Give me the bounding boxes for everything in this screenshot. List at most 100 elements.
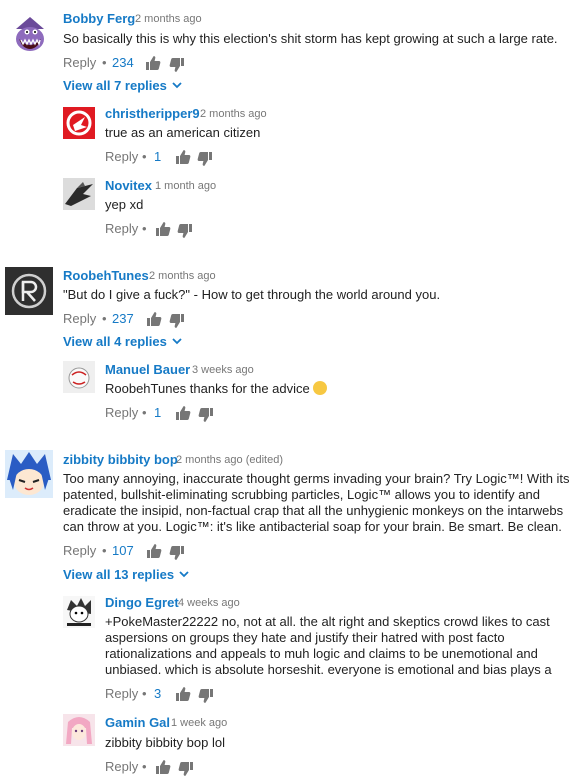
pink-hair-avatar-icon[interactable]	[63, 714, 95, 746]
thumb-up-icon[interactable]	[175, 405, 191, 421]
view-all-replies-link[interactable]: View all 7 replies	[63, 78, 182, 93]
comment-timestamp[interactable]: 1 week ago	[171, 717, 227, 729]
thumb-up-icon[interactable]	[145, 55, 161, 71]
comment-timestamp[interactable]: 1 month ago	[155, 180, 216, 192]
bird-avatar-icon[interactable]	[63, 178, 95, 210]
separator-dot: •	[142, 149, 147, 164]
thumb-up-icon[interactable]	[175, 149, 191, 165]
comment-actions: Reply • 237	[63, 311, 263, 329]
comment-actions: Reply • 1	[105, 405, 255, 423]
comment-actions: Reply •	[105, 759, 255, 777]
like-count: 237	[112, 311, 134, 326]
comment-text-line: can throw at you. Logic™: it's like anti…	[63, 519, 562, 534]
thumb-down-icon[interactable]	[198, 407, 214, 423]
comment-text: +PokeMaster22222 no, not at all. the alt…	[105, 614, 581, 678]
comment-author[interactable]: RoobehTunes	[63, 268, 149, 283]
separator-dot: •	[102, 55, 107, 70]
hawks-logo-avatar-icon[interactable]	[63, 107, 95, 139]
comment-author[interactable]: Novitex	[105, 178, 152, 193]
thumb-up-icon[interactable]	[155, 221, 171, 237]
thumb-down-icon[interactable]	[177, 223, 193, 239]
reply-button[interactable]: Reply	[63, 311, 96, 326]
comment-text: zibbity bibbity bop lol	[105, 735, 225, 750]
separator-dot: •	[102, 311, 107, 326]
comment-actions: Reply • 1	[105, 149, 255, 167]
thumb-up-icon[interactable]	[175, 686, 191, 702]
thumb-down-icon[interactable]	[197, 151, 213, 167]
comment-actions: Reply • 3	[105, 686, 255, 704]
comment-timestamp[interactable]: 2 months ago	[135, 13, 202, 25]
r-logo-avatar-icon[interactable]	[5, 267, 53, 315]
reply-button[interactable]: Reply	[105, 221, 138, 236]
comment-text-line: unbiased. which is absolute horseshit. e…	[105, 662, 552, 677]
reply-comment: christheripper9 2 months ago true as an …	[0, 100, 584, 170]
comment-text: So basically this is why this election's…	[63, 31, 558, 46]
reply-button[interactable]: Reply	[105, 759, 138, 774]
comment-text-line: Too many annoying, inaccurate thought ge…	[63, 471, 570, 486]
comment-thread: zibbity bibbity bop 2 months ago (edited…	[0, 445, 584, 585]
like-count: 3	[154, 686, 162, 701]
separator-dot: •	[142, 759, 147, 774]
comment-author[interactable]: Manuel Bauer	[105, 362, 190, 377]
reply-comment: Manuel Bauer 3 weeks ago RoobehTunes tha…	[0, 355, 584, 435]
comment-text: "But do I give a fuck?" - How to get thr…	[63, 287, 441, 302]
comment-author[interactable]: christheripper9	[105, 106, 200, 121]
comment-timestamp[interactable]: 2 months ago	[200, 108, 267, 120]
comment-timestamp[interactable]: 2 months ago	[149, 270, 216, 282]
anime-avatar-icon[interactable]	[5, 450, 53, 498]
comment-text-line: rationalizations and appeals to muh logi…	[105, 646, 538, 661]
comment-actions: Reply • 234	[63, 55, 263, 73]
like-count: 1	[154, 149, 162, 164]
comment-text-line: +PokeMaster22222 no, not at all. the alt…	[105, 614, 550, 629]
thumb-down-icon[interactable]	[169, 545, 185, 561]
reply-comment: Gamin Gal 1 week ago zibbity bibbity bop…	[0, 708, 584, 777]
chevron-down-icon	[172, 82, 182, 89]
chevron-down-icon	[172, 338, 182, 345]
comment-text-line: patented, bullshit-eliminating scrubbing…	[63, 487, 540, 502]
thumb-up-icon[interactable]	[146, 543, 162, 559]
thumb-down-icon[interactable]	[169, 313, 185, 329]
reply-comment: Dingo Egret 4 weeks ago +PokeMaster22222…	[0, 588, 584, 706]
reply-button[interactable]: Reply	[105, 405, 138, 420]
separator-dot: •	[142, 686, 147, 701]
like-count: 107	[112, 543, 134, 558]
comment-author[interactable]: Dingo Egret	[105, 595, 179, 610]
reply-button[interactable]: Reply	[63, 543, 96, 558]
monster-avatar-icon[interactable]	[10, 15, 50, 55]
separator-dot: •	[102, 543, 107, 558]
like-count: 1	[154, 405, 162, 420]
comment-text: Too many annoying, inaccurate thought ge…	[63, 471, 581, 535]
view-all-replies-label: View all 13 replies	[63, 567, 175, 582]
manga-avatar-icon[interactable]	[63, 596, 95, 628]
comment-timestamp[interactable]: 3 weeks ago	[192, 364, 254, 376]
comment-text: RoobehTunes thanks for the advice 😊	[105, 381, 328, 397]
thumb-down-icon[interactable]	[178, 761, 194, 777]
ball-avatar-icon[interactable]	[63, 361, 95, 393]
comment-thread: Bobby Ferg 2 months ago So basically thi…	[0, 0, 584, 100]
view-all-replies-link[interactable]: View all 4 replies	[63, 334, 182, 349]
comment-text: true as an american citizen	[105, 125, 261, 140]
reply-comment: Novitex 1 month ago yep xd Reply •	[0, 170, 584, 250]
view-all-replies-link[interactable]: View all 13 replies	[63, 567, 189, 582]
comment-text-line: aspersions on groups they hate and justi…	[105, 630, 505, 645]
reply-button[interactable]: Reply	[63, 55, 96, 70]
comment-author[interactable]: Gamin Gal	[105, 715, 170, 730]
separator-dot: •	[142, 405, 147, 420]
comment-author[interactable]: Bobby Ferg	[63, 11, 135, 26]
thumb-up-icon[interactable]	[146, 311, 162, 327]
thumb-down-icon[interactable]	[198, 688, 214, 704]
comment-timestamp[interactable]: 4 weeks ago	[178, 597, 240, 609]
thumb-down-icon[interactable]	[169, 57, 185, 73]
thumb-up-icon[interactable]	[155, 759, 171, 775]
reply-button[interactable]: Reply	[105, 686, 138, 701]
smile-emoji-icon: 😊	[313, 381, 328, 395]
comment-actions: Reply • 107	[63, 543, 263, 561]
comment-text: yep xd	[105, 197, 144, 212]
comment-timestamp[interactable]: 2 months ago (edited)	[176, 454, 283, 466]
comment-thread: RoobehTunes 2 months ago "But do I give …	[0, 262, 584, 352]
comment-author[interactable]: zibbity bibbity bop	[63, 452, 178, 467]
reply-button[interactable]: Reply	[105, 149, 138, 164]
view-all-replies-label: View all 4 replies	[63, 334, 167, 349]
chevron-down-icon	[179, 571, 189, 578]
comment-text-line: eradicate the insipid, non-factual crap …	[63, 503, 564, 518]
